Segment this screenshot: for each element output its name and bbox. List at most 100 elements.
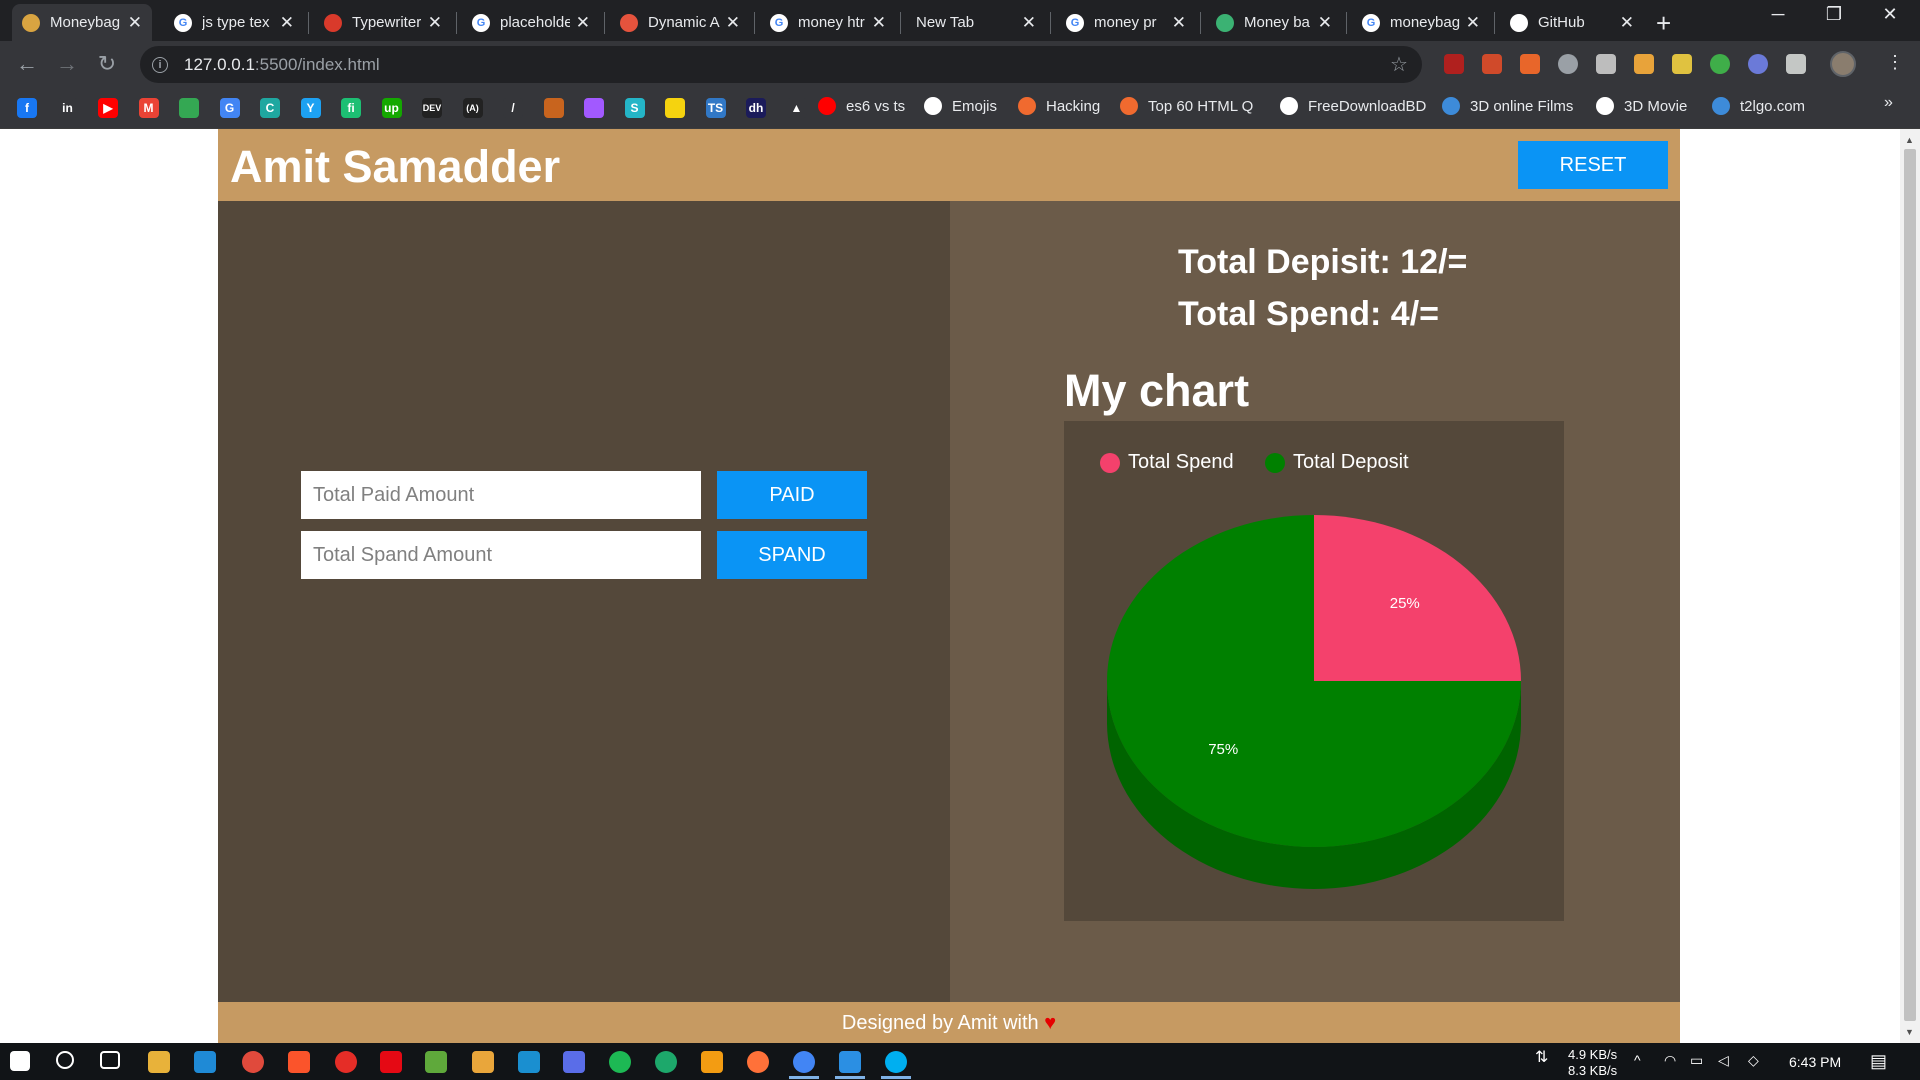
bookmark-item[interactable]: FreeDownloadBD — [1280, 97, 1426, 115]
webstorm-icon[interactable] — [518, 1051, 540, 1073]
dropbox-icon[interactable]: ◇ — [1748, 1052, 1759, 1069]
camera-icon[interactable] — [1596, 54, 1616, 74]
scroll-down-arrow-icon[interactable]: ▼ — [1905, 1027, 1914, 1037]
bookmark-item[interactable]: t2lgo.com — [1712, 97, 1805, 115]
task-view-icon[interactable] — [100, 1051, 120, 1069]
react-devtools-icon[interactable] — [1558, 54, 1578, 74]
tools-icon[interactable] — [1482, 54, 1502, 74]
youtube-icon[interactable]: ▶ — [98, 98, 118, 118]
paid-button[interactable]: PAID — [717, 471, 867, 519]
refresh-extension-icon[interactable] — [1710, 54, 1730, 74]
forward-icon[interactable]: → — [52, 51, 82, 77]
windows-start-icon[interactable] — [10, 1051, 30, 1071]
mail-icon[interactable] — [194, 1051, 216, 1073]
tab-close-icon[interactable]: ✕ — [1620, 13, 1634, 33]
browser-tab[interactable]: Gplaceholde ✕ — [462, 4, 600, 41]
bookmark-star-icon[interactable]: ☆ — [1390, 52, 1408, 77]
new-tab-button[interactable]: + — [1656, 8, 1671, 39]
tab-close-icon[interactable]: ✕ — [576, 13, 590, 33]
slack-icon[interactable] — [242, 1051, 264, 1073]
maps-icon[interactable] — [179, 98, 199, 118]
browser-tab[interactable]: Gmoney htr ✕ — [760, 4, 896, 41]
a-icon[interactable]: (A) — [462, 98, 483, 118]
wifi-icon[interactable]: ◠ — [1664, 1052, 1676, 1069]
back-icon[interactable]: ← — [12, 51, 42, 77]
ublock-icon[interactable] — [1444, 54, 1464, 74]
linkedin-icon[interactable]: in — [57, 98, 78, 118]
netflix-icon[interactable] — [380, 1051, 402, 1073]
chat-icon[interactable]: C — [260, 98, 280, 118]
pencil-icon[interactable] — [1672, 54, 1692, 74]
tray-chevron-icon[interactable]: ^ — [1634, 1052, 1641, 1068]
app-red-icon[interactable] — [335, 1051, 357, 1073]
spend-button[interactable]: SPAND — [717, 531, 867, 579]
page-scrollbar[interactable]: ▲ ▼ — [1900, 129, 1920, 1043]
edge-icon[interactable] — [655, 1051, 677, 1073]
equalizer-icon[interactable] — [563, 1051, 585, 1073]
site-info-icon[interactable]: i — [152, 56, 168, 73]
browser-tab[interactable]: New Tab ✕ — [906, 4, 1046, 41]
hammer-icon[interactable] — [1634, 54, 1654, 74]
battery-icon[interactable]: ▭ — [1690, 1052, 1703, 1069]
browser-tab[interactable]: Money ba ✕ — [1206, 4, 1342, 41]
glasses-icon[interactable] — [1748, 54, 1768, 74]
scroll-up-arrow-icon[interactable]: ▲ — [1905, 135, 1914, 145]
yellow-icon[interactable] — [665, 98, 685, 118]
volume-icon[interactable]: ◁ — [1718, 1052, 1729, 1069]
close-window-button[interactable]: ✕ — [1862, 4, 1918, 25]
brave-icon[interactable] — [288, 1051, 310, 1073]
tab-close-icon[interactable]: ✕ — [1466, 13, 1480, 33]
bookmark-item[interactable]: 3D online Films — [1442, 97, 1573, 115]
bookmark-item[interactable]: Emojis — [924, 97, 997, 115]
tab-close-icon[interactable]: ✕ — [280, 13, 294, 33]
twitter-icon[interactable]: Y — [300, 98, 321, 118]
bookmark-item[interactable]: Hacking — [1018, 97, 1100, 115]
chrome-icon[interactable] — [793, 1051, 815, 1073]
bookmarks-overflow-icon[interactable]: » — [1884, 94, 1893, 112]
file-explorer-icon[interactable] — [148, 1051, 170, 1073]
browser-tab[interactable]: Gmoneybag ✕ — [1352, 4, 1490, 41]
address-bar[interactable]: i 127.0.0.1:5500/index.html — [140, 46, 1422, 83]
facebook-icon[interactable]: f — [17, 98, 37, 118]
dev-icon[interactable]: DEV — [422, 98, 442, 118]
notifications-icon[interactable]: ▤ — [1870, 1051, 1887, 1072]
browser-tab[interactable]: Gjs type tex ✕ — [164, 4, 304, 41]
gmail-icon[interactable]: M — [138, 98, 159, 118]
browser-tab[interactable]: Gmoney pr ✕ — [1056, 4, 1196, 41]
tab-close-icon[interactable]: ✕ — [128, 13, 142, 33]
pyramid-icon[interactable]: ▲ — [786, 98, 807, 118]
bookmark-item[interactable]: Top 60 HTML Q — [1120, 97, 1253, 115]
search-icon[interactable] — [56, 1051, 74, 1069]
browser-tab[interactable]: GitHub ✕ — [1500, 4, 1644, 41]
tab-close-icon[interactable]: ✕ — [1172, 13, 1186, 33]
upwork-icon[interactable]: up — [381, 98, 402, 118]
bookmark-item[interactable]: 3D Movie — [1596, 97, 1687, 115]
vscode-icon[interactable] — [839, 1051, 861, 1073]
reset-button[interactable]: RESET — [1518, 141, 1668, 189]
figma-icon[interactable] — [584, 98, 604, 118]
extension-orange-icon[interactable] — [1520, 54, 1540, 74]
clock[interactable]: 6:43 PM — [1789, 1054, 1841, 1070]
fiverr-icon[interactable]: fi — [341, 98, 361, 118]
firefox-icon[interactable] — [747, 1051, 769, 1073]
sublime-icon[interactable] — [701, 1051, 723, 1073]
tab-close-icon[interactable]: ✕ — [726, 13, 740, 33]
extensions-puzzle-icon[interactable] — [1786, 54, 1806, 74]
feather-icon[interactable]: / — [503, 98, 523, 118]
paid-amount-input[interactable] — [301, 471, 701, 519]
minimize-button[interactable]: ─ — [1750, 4, 1806, 25]
bookmark-item[interactable]: es6 vs ts — [818, 97, 905, 115]
browser-tab[interactable]: Dynamic A ✕ — [610, 4, 750, 41]
spend-amount-input[interactable] — [301, 531, 701, 579]
tab-close-icon[interactable]: ✕ — [1318, 13, 1332, 33]
profile-avatar[interactable] — [1830, 51, 1856, 77]
browser-tab[interactable]: Moneybag ✕ — [12, 4, 152, 41]
tab-close-icon[interactable]: ✕ — [428, 13, 442, 33]
notepad-icon[interactable] — [425, 1051, 447, 1073]
tab-close-icon[interactable]: ✕ — [1022, 13, 1036, 33]
maximize-button[interactable]: ❐ — [1806, 4, 1862, 25]
reload-icon[interactable]: ↻ — [92, 51, 122, 77]
browser-menu-icon[interactable]: ⋮ — [1886, 52, 1904, 73]
translate-icon[interactable]: G — [219, 98, 240, 118]
scrollbar-thumb[interactable] — [1904, 149, 1916, 1021]
